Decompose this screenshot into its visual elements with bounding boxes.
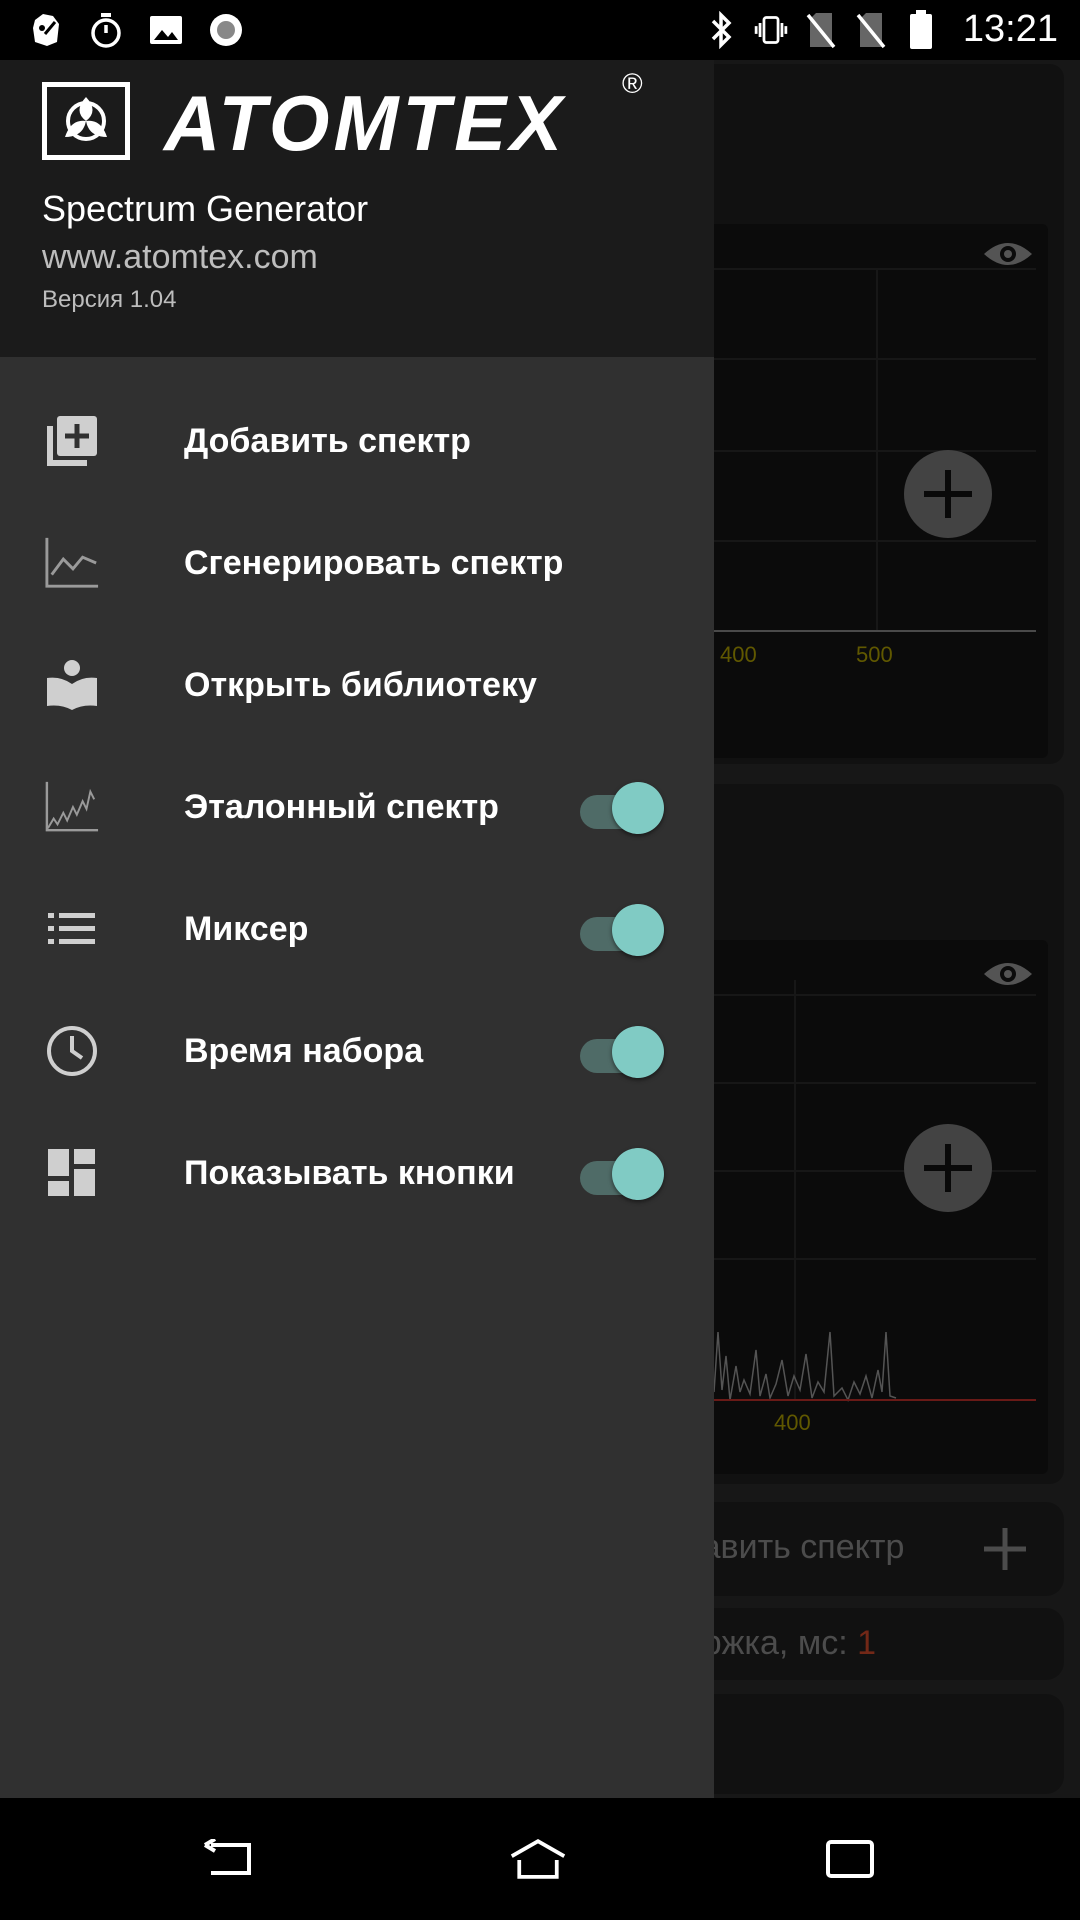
menu-item-add-spectrum[interactable]: Добавить спектр [0,380,714,502]
menu-item-show-buttons[interactable]: Показывать кнопки [0,1112,714,1234]
stopwatch-icon [88,12,124,48]
navigation-drawer: ATOMTEX ® Spectrum Generator www.atomtex… [0,60,714,1798]
menu-item-generate-spectrum[interactable]: Сгенерировать спектр [0,502,714,624]
back-icon[interactable] [200,1832,260,1886]
app-version: Версия 1.04 [42,286,177,313]
acquisition-time-toggle[interactable] [580,1024,666,1078]
clock-icon [44,1023,100,1079]
line-chart-icon [44,535,100,591]
status-bar: 13:21 [0,0,1080,60]
menu-item-mixer[interactable]: Миксер [0,868,714,990]
show-buttons-toggle[interactable] [580,1146,666,1200]
vibrate-icon [753,12,789,48]
record-icon [208,12,244,48]
menu-item-label: Добавить спектр [184,421,471,460]
brand-logo-text: ATOMTEX [164,79,567,167]
atomtex-logo-icon [42,82,130,160]
registered-mark: ® [622,68,643,99]
battery-icon [903,9,939,49]
book-reader-icon [44,657,100,713]
menu-item-label: Показывать кнопки [184,1153,515,1192]
spectrum-chart-icon [44,779,100,835]
no-sim-icon [853,12,889,48]
menu-item-reference-spectrum[interactable]: Эталонный спектр [0,746,714,868]
add-library-icon [44,413,100,469]
app-name: Spectrum Generator [42,188,369,229]
menu-item-label: Открыть библиотеку [184,665,537,704]
bluetooth-icon [703,10,739,49]
recent-apps-icon[interactable] [820,1832,880,1886]
reference-spectrum-toggle[interactable] [580,780,666,834]
drawer-header: ATOMTEX ® Spectrum Generator www.atomtex… [0,60,714,357]
drawer-menu: Добавить спектр Сгенерировать спектр Отк… [0,380,714,1234]
list-icon [44,901,100,957]
navigation-bar [0,1798,1080,1920]
dashboard-icon [44,1145,100,1201]
android-debug-icon [28,12,64,48]
mixer-toggle[interactable] [580,902,666,956]
status-bar-notifications [28,12,244,48]
menu-item-open-library[interactable]: Открыть библиотеку [0,624,714,746]
website-link[interactable]: www.atomtex.com [42,238,318,277]
home-icon[interactable] [508,1832,568,1886]
menu-item-label: Время набора [184,1031,424,1070]
menu-item-label: Миксер [184,909,309,948]
clock-time: 13:21 [962,8,1058,50]
image-icon [148,12,184,48]
menu-item-acquisition-time[interactable]: Время набора [0,990,714,1112]
status-bar-system: 13:21 [703,8,1058,51]
menu-item-label: Эталонный спектр [184,787,499,826]
no-sim-icon [803,12,839,48]
menu-item-label: Сгенерировать спектр [184,543,564,582]
